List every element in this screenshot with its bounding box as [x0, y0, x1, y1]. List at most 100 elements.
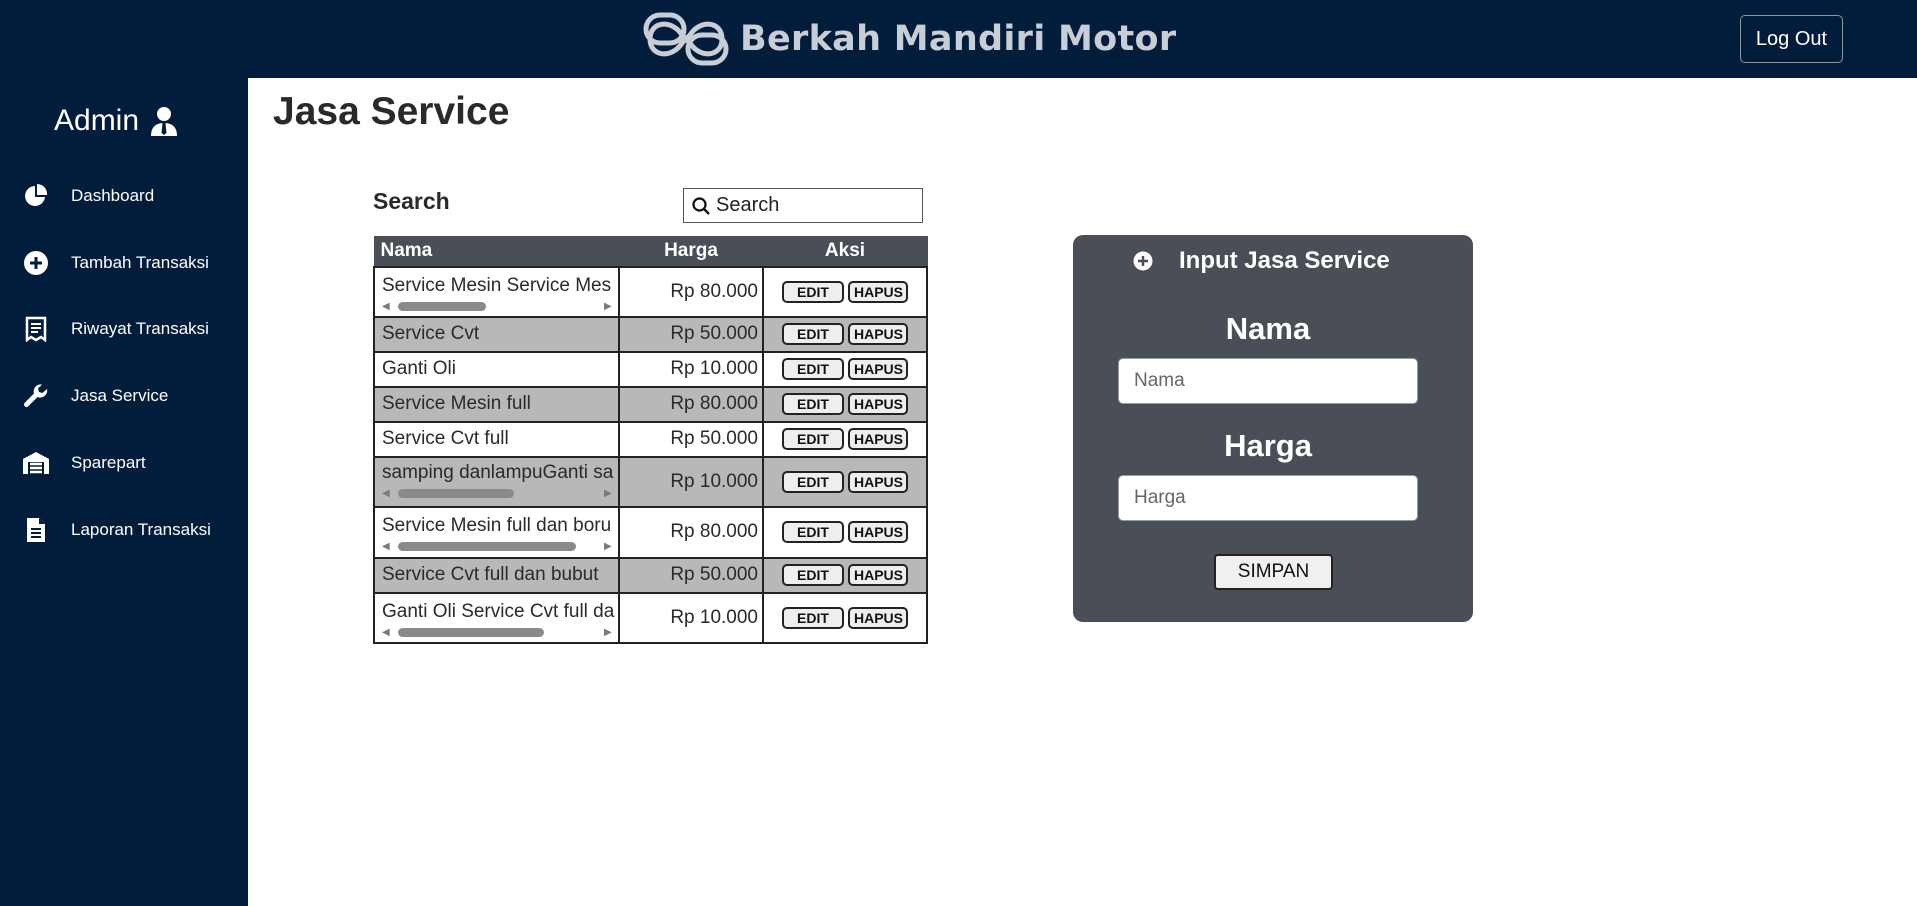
table-row: Service Cvt Rp 50.000 EDIT HAPUS — [373, 315, 928, 353]
harga-input[interactable] — [1118, 475, 1418, 521]
table-cell-harga: Rp 10.000 — [618, 591, 764, 644]
table-cell-harga: Rp 50.000 — [618, 420, 764, 458]
scroll-left-icon[interactable]: ◀ — [382, 541, 394, 552]
table-cell-aksi: EDIT HAPUS — [762, 350, 928, 388]
delete-button[interactable]: HAPUS — [848, 280, 908, 303]
delete-button[interactable]: HAPUS — [848, 393, 908, 415]
table-row: Ganti Oli Rp 10.000 EDIT HAPUS — [373, 350, 928, 388]
horizontal-scrollbar[interactable]: ◀ ▶ — [382, 300, 616, 314]
sidebar-item-tambah-transaksi[interactable]: Tambah Transaksi — [22, 243, 209, 283]
sidebar-item-jasa-service[interactable]: Jasa Service — [22, 376, 168, 416]
edit-button[interactable]: EDIT — [782, 358, 844, 380]
table-row: Service Mesin full Rp 80.000 EDIT HAPUS — [373, 385, 928, 423]
edit-button[interactable]: EDIT — [782, 428, 844, 450]
table-cell-aksi: EDIT HAPUS — [762, 556, 928, 594]
service-name: samping danlampuGanti sa — [382, 461, 614, 483]
table-cell-nama: Service Mesin full — [373, 385, 620, 423]
sidebar: Admin Dashboard Tambah Transaksi Riwayat… — [0, 78, 248, 906]
edit-button[interactable]: EDIT — [782, 323, 844, 345]
table-cell-nama: Service Cvt full — [373, 420, 620, 458]
horizontal-scrollbar[interactable]: ◀ ▶ — [382, 626, 616, 640]
search-label: Search — [373, 188, 450, 214]
scrollbar-thumb[interactable] — [398, 542, 576, 551]
scrollbar-thumb[interactable] — [398, 489, 514, 498]
search-input[interactable] — [716, 194, 911, 217]
pie-chart-icon — [22, 182, 50, 210]
sidebar-item-label: Riwayat Transaksi — [71, 319, 209, 338]
sidebar-item-laporan-transaksi[interactable]: Laporan Transaksi — [22, 510, 211, 550]
service-table: Nama Harga Aksi Service Mesin Service Me… — [373, 236, 928, 644]
scrollbar-thumb[interactable] — [398, 302, 486, 311]
nama-input[interactable] — [1118, 358, 1418, 404]
admin-user: Admin — [54, 104, 179, 138]
scroll-left-icon[interactable]: ◀ — [382, 301, 394, 312]
edit-button[interactable]: EDIT — [782, 280, 844, 303]
table-cell-aksi: EDIT HAPUS — [762, 591, 928, 644]
delete-button[interactable]: HAPUS — [848, 358, 908, 380]
wrench-icon — [22, 382, 50, 410]
table-cell-nama[interactable]: samping danlampuGanti sa ◀ ▶ — [373, 455, 620, 508]
table-cell-harga: Rp 80.000 — [618, 385, 764, 423]
delete-button[interactable]: HAPUS — [848, 521, 908, 543]
edit-button[interactable]: EDIT — [782, 521, 844, 543]
brand-logo-icon — [643, 12, 729, 66]
edit-button[interactable]: EDIT — [782, 564, 844, 586]
horizontal-scrollbar[interactable]: ◀ ▶ — [382, 487, 616, 501]
sidebar-item-riwayat-transaksi[interactable]: Riwayat Transaksi — [22, 309, 209, 349]
plus-circle-icon — [22, 249, 50, 277]
table-header-row: Nama Harga Aksi — [373, 236, 928, 267]
table-cell-nama[interactable]: Ganti Oli Service Cvt full da ◀ ▶ — [373, 591, 620, 644]
sidebar-item-sparepart[interactable]: Sparepart — [22, 443, 146, 483]
edit-button[interactable]: EDIT — [782, 470, 844, 493]
table-row: Service Cvt full dan bubut Rp 50.000 EDI… — [373, 556, 928, 594]
delete-button[interactable]: HAPUS — [848, 428, 908, 450]
scroll-left-icon[interactable]: ◀ — [382, 488, 394, 499]
delete-button[interactable]: HAPUS — [848, 606, 908, 629]
scroll-right-icon[interactable]: ▶ — [604, 301, 616, 312]
scroll-right-icon[interactable]: ▶ — [604, 541, 616, 552]
service-name: Service Mesin full dan boru — [382, 514, 612, 536]
save-button[interactable]: SIMPAN — [1214, 554, 1333, 590]
service-name: Ganti Oli — [382, 358, 456, 379]
horizontal-scrollbar[interactable]: ◀ ▶ — [382, 540, 616, 554]
sidebar-item-label: Dashboard — [71, 186, 155, 205]
sidebar-item-label: Laporan Transaksi — [71, 520, 211, 539]
service-name: Service Mesin full — [382, 393, 531, 414]
delete-button[interactable]: HAPUS — [848, 323, 908, 345]
table-cell-nama[interactable]: Service Mesin Service Mes ◀ ▶ — [373, 265, 620, 318]
search-icon — [692, 196, 710, 215]
harga-label: Harga — [1224, 428, 1312, 463]
panel-header: Input Jasa Service — [1133, 247, 1390, 275]
table-cell-nama[interactable]: Service Mesin full dan boru ◀ ▶ — [373, 505, 620, 559]
table-row: Service Mesin full dan boru ◀ ▶ Rp 80.000… — [373, 505, 928, 559]
top-bar: Berkah Mandiri Motor Log Out — [0, 0, 1917, 78]
brand: Berkah Mandiri Motor — [642, 8, 1176, 70]
sidebar-item-label: Tambah Transaksi — [71, 253, 209, 272]
delete-button[interactable]: HAPUS — [848, 470, 908, 493]
edit-button[interactable]: EDIT — [782, 606, 844, 629]
logout-button[interactable]: Log Out — [1740, 15, 1843, 63]
user-tie-icon — [151, 107, 178, 136]
page-title: Jasa Service — [273, 90, 510, 133]
scroll-right-icon[interactable]: ▶ — [604, 488, 616, 499]
table-cell-harga: Rp 10.000 — [618, 455, 764, 508]
table-cell-harga: Rp 10.000 — [618, 350, 764, 388]
service-name: Service Cvt — [382, 323, 480, 344]
scrollbar-thumb[interactable] — [398, 628, 544, 637]
delete-button[interactable]: HAPUS — [848, 564, 908, 586]
scroll-right-icon[interactable]: ▶ — [604, 627, 616, 638]
table-cell-aksi: EDIT HAPUS — [762, 265, 928, 318]
edit-button[interactable]: EDIT — [782, 393, 844, 415]
search-box[interactable] — [683, 188, 923, 223]
scroll-left-icon[interactable]: ◀ — [382, 627, 394, 638]
table-row: samping danlampuGanti sa ◀ ▶ Rp 10.000 ED… — [373, 455, 928, 508]
service-name: Service Mesin Service Mes — [382, 274, 612, 296]
service-name: Ganti Oli Service Cvt full da — [382, 600, 615, 622]
column-header-harga: Harga — [618, 236, 764, 267]
sidebar-item-label: Sparepart — [71, 453, 146, 472]
sidebar-item-dashboard[interactable]: Dashboard — [22, 176, 154, 216]
panel-title: Input Jasa Service — [1179, 247, 1390, 274]
brand-name: Berkah Mandiri Motor — [740, 19, 1177, 59]
receipt-icon — [22, 315, 50, 343]
sidebar-item-label: Jasa Service — [71, 386, 169, 405]
